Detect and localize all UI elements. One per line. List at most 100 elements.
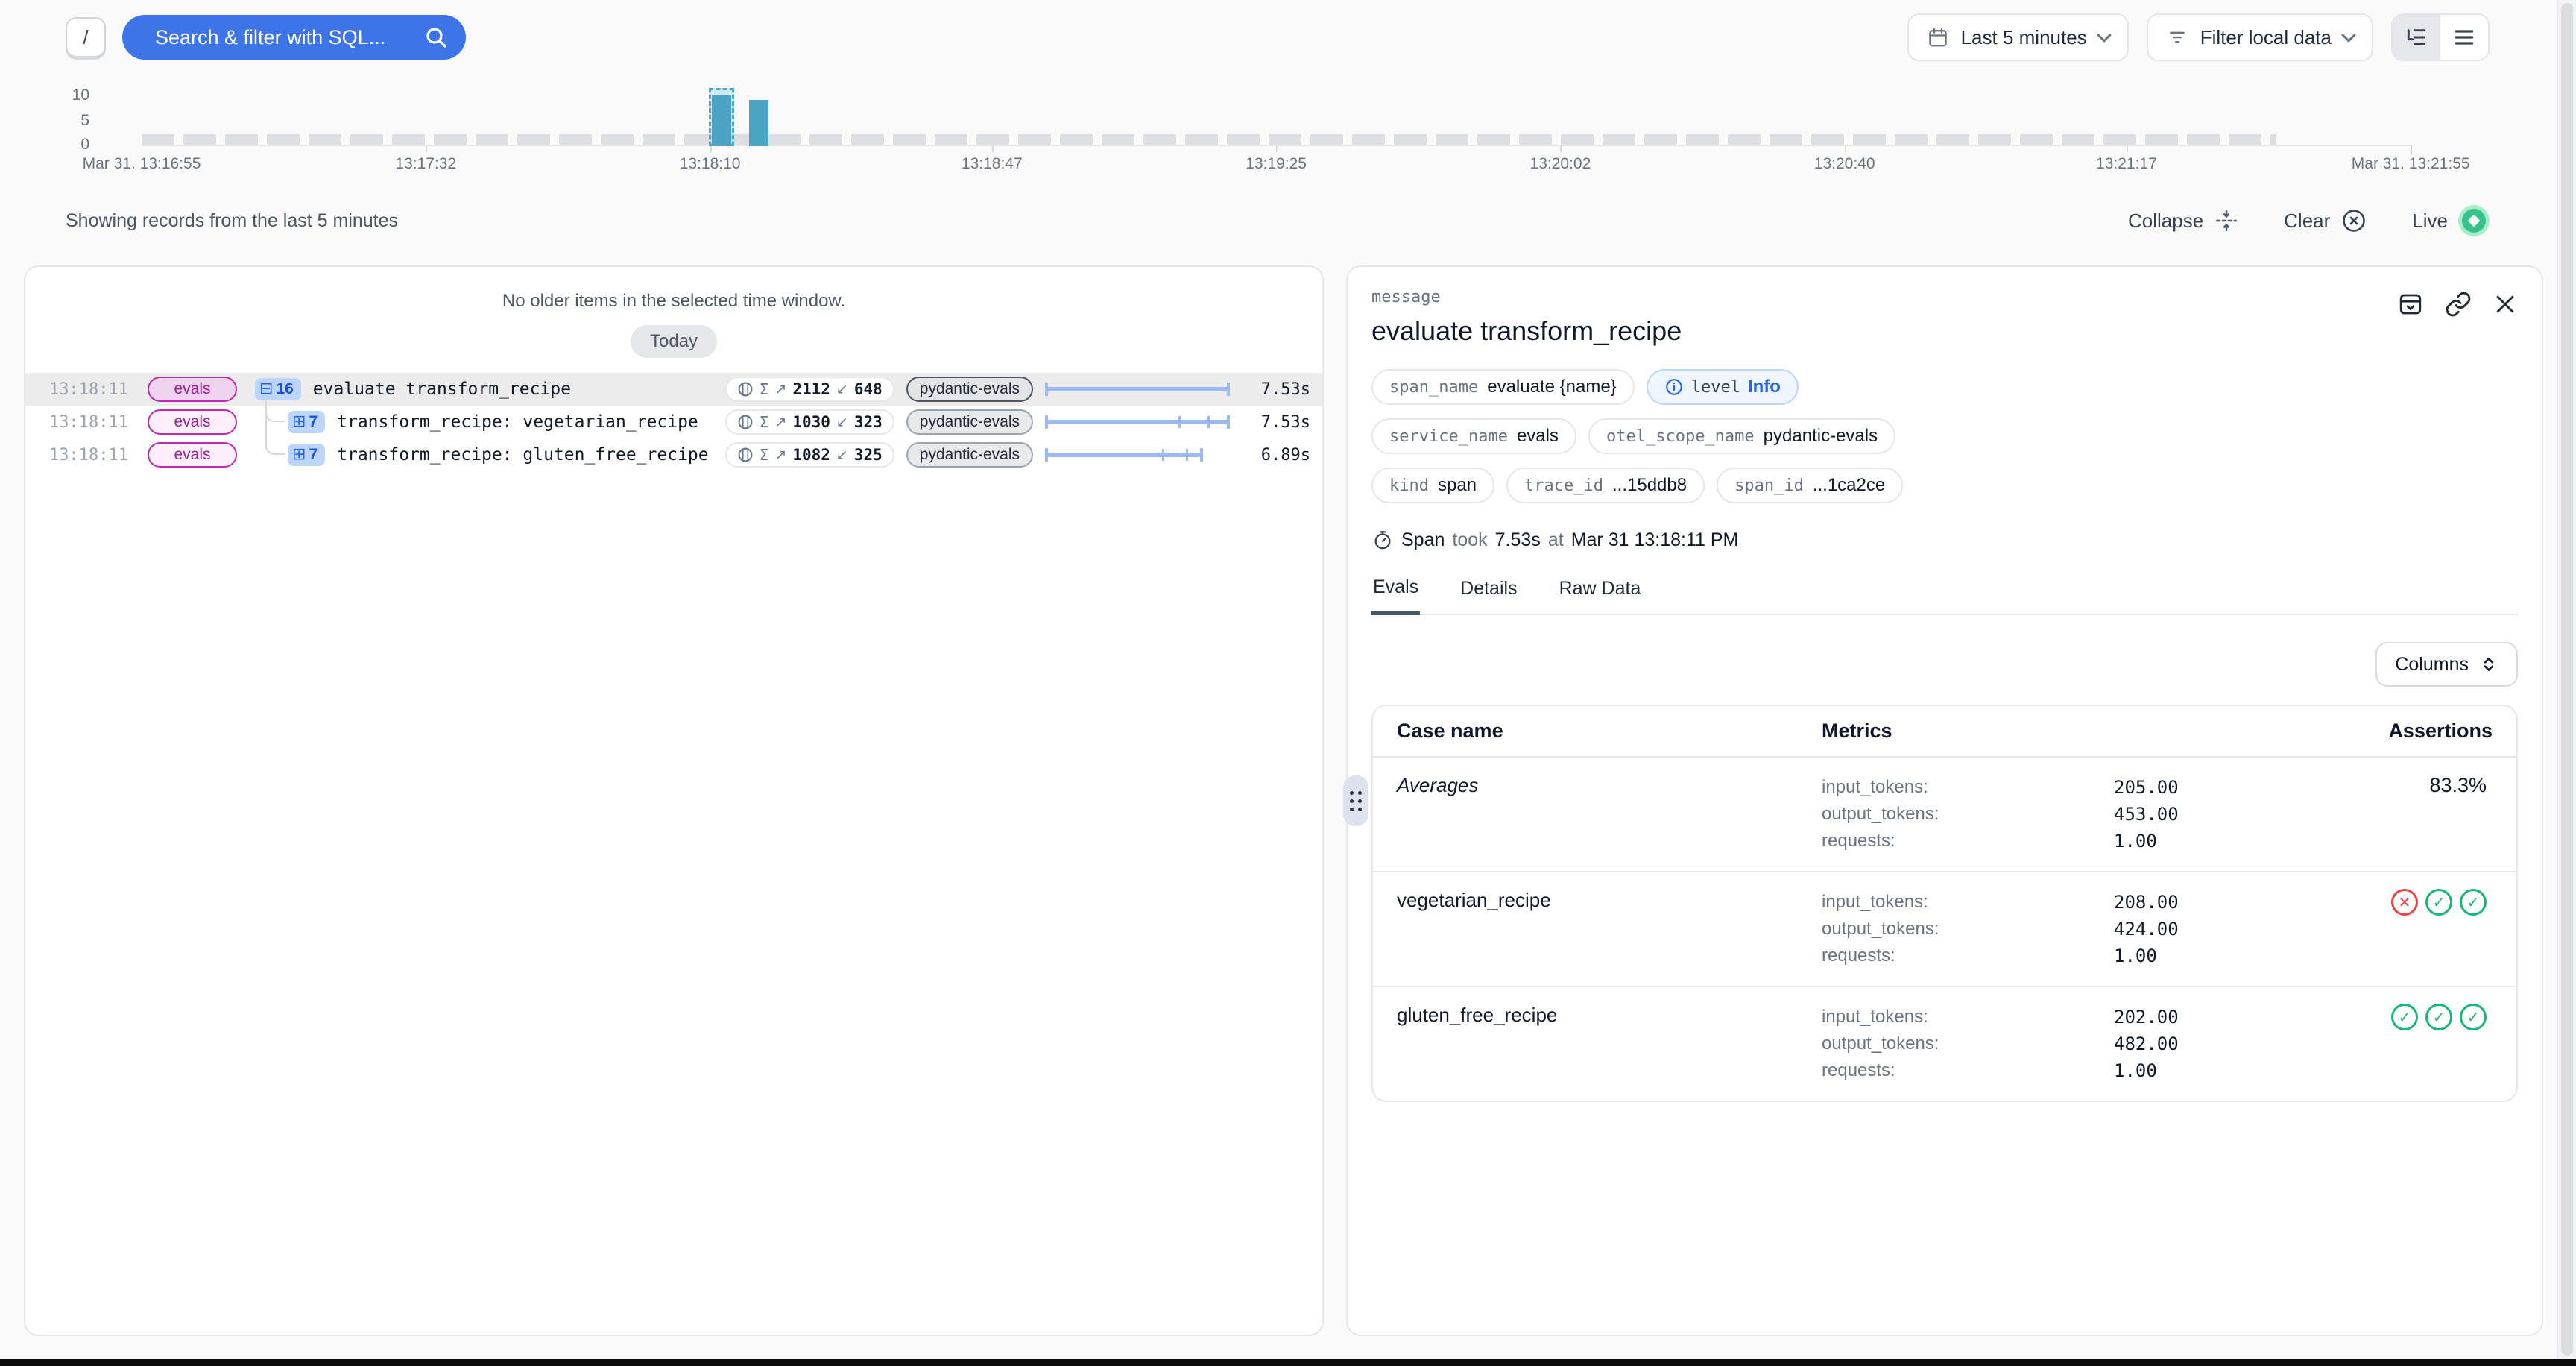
live-toggle-label: Live (2412, 210, 2448, 233)
child-count: 7 (309, 446, 318, 464)
axis-tick (992, 146, 994, 152)
metric-value: 205.00 (2114, 774, 2323, 801)
table-row[interactable]: gluten_free_recipe input_tokens:202.00 o… (1373, 986, 2516, 1101)
assertion-percentage: 83.3% (2429, 774, 2487, 797)
attr-value: pydantic-evals (1764, 426, 1878, 447)
dock-panel-button[interactable] (2397, 291, 2424, 318)
plus-square-icon: ⊞ (292, 447, 306, 463)
trace-row[interactable]: 13:18:11 evals ⊟ 16 evaluate transform_r… (25, 373, 1322, 406)
tree-view-toggle[interactable] (2393, 15, 2440, 60)
scope-tag[interactable]: pydantic-evals (906, 442, 1033, 468)
metric-key: input_tokens: (1822, 889, 2114, 916)
search-icon (424, 25, 448, 49)
list-view-toggle[interactable] (2440, 15, 2488, 60)
detail-title: evaluate transform_recipe (1371, 315, 2518, 347)
attr-key: span_id (1734, 476, 1804, 495)
duration-text: 6.89s (1242, 446, 1310, 465)
tab-evals[interactable]: Evals (1371, 576, 1420, 615)
token-stats-pill[interactable]: Σ ↗ 2112 ↙ 648 (725, 377, 894, 402)
arrow-down-left-icon: ↙ (836, 447, 848, 463)
time-range-dropdown[interactable]: Last 5 minutes (1907, 13, 2129, 61)
y-axis-tick: 10 (42, 86, 89, 104)
x-axis-label: 13:18:47 (962, 155, 1023, 173)
search-button-label: Search & filter with SQL... (155, 26, 385, 49)
arrow-up-right-icon: ↗ (774, 381, 786, 397)
evals-tag[interactable]: evals (148, 409, 237, 435)
level-chip[interactable]: level Info (1647, 369, 1799, 405)
table-row[interactable]: vegetarian_recipe input_tokens:208.00 ou… (1373, 871, 2516, 986)
kind-chip[interactable]: kind span (1371, 468, 1494, 503)
expand-node-chip[interactable]: ⊞ 7 (288, 411, 325, 433)
evals-tag[interactable]: evals (148, 377, 237, 402)
metric-key: requests: (1822, 942, 2114, 969)
row-timestamp: 13:18:11 (49, 413, 136, 432)
metrics-cell: input_tokens:205.00 output_tokens:453.00… (1822, 774, 2323, 854)
columns-button-label: Columns (2395, 654, 2469, 676)
attr-key: service_name (1389, 427, 1508, 446)
scope-tag[interactable]: pydantic-evals (906, 377, 1033, 402)
panel-resize-handle[interactable] (1343, 775, 1368, 826)
collapse-button-label: Collapse (2128, 210, 2203, 233)
trace-row[interactable]: 13:18:11 evals ⊞ 7 transform_recipe: veg… (25, 406, 1322, 438)
assertions-cell: ✓✓✓ (2323, 1004, 2493, 1084)
token-stats-pill[interactable]: Σ ↗ 1082 ↙ 325 (725, 442, 894, 468)
histogram-bar[interactable] (712, 95, 731, 146)
expand-node-chip[interactable]: ⊞ 7 (288, 444, 325, 466)
attribute-chips-row: span_name evaluate {name} level Info (1371, 369, 2518, 405)
tokens-icon (737, 381, 754, 397)
calendar-icon (1927, 26, 1949, 48)
trace-row[interactable]: 13:18:11 evals ⊞ 7 transform_recipe: glu… (25, 438, 1322, 471)
trace-id-chip[interactable]: trace_id ...15ddb8 (1506, 468, 1705, 503)
metric-value: 482.00 (2114, 1030, 2323, 1057)
y-axis-tick: 5 (42, 112, 89, 130)
sort-chevrons-icon (2479, 655, 2498, 674)
tab-raw-data[interactable]: Raw Data (1558, 576, 1643, 614)
live-toggle[interactable]: Live (2412, 205, 2490, 236)
metric-key: input_tokens: (1822, 1004, 2114, 1030)
metric-value: 1.00 (2114, 828, 2323, 854)
histogram-bar[interactable] (749, 100, 768, 146)
search-button[interactable]: Search & filter with SQL... (122, 15, 466, 60)
metric-key: output_tokens: (1822, 916, 2114, 942)
clear-button[interactable]: Clear (2284, 207, 2367, 234)
evals-tag[interactable]: evals (148, 442, 237, 468)
span-id-chip[interactable]: span_id ...1ca2ce (1717, 468, 1903, 503)
assertions-cell: ✕✓✓ (2323, 889, 2493, 969)
span-timestamp: Mar 31 13:18:11 PM (1571, 529, 1739, 551)
collapse-button[interactable]: Collapse (2128, 208, 2239, 233)
window-scrollbar[interactable] (2557, 0, 2576, 1359)
metric-value: 453.00 (2114, 801, 2323, 828)
close-panel-button[interactable] (2493, 292, 2518, 317)
status-bar: Showing records from the last 5 minutes … (66, 206, 2490, 236)
x-axis-end-tick (2411, 145, 2412, 155)
link-icon (2445, 291, 2472, 318)
col-header-case-name: Case name (1397, 720, 1822, 743)
tree-view-icon (2405, 25, 2428, 49)
x-axis-label: 13:18:10 (680, 155, 741, 173)
span-detail-panel: message evaluate transform_recipe span_n… (1346, 265, 2543, 1336)
service-name-chip[interactable]: service_name evals (1371, 418, 1576, 454)
topbar-right-controls: Last 5 minutes Filter local data (1907, 13, 2490, 61)
otel-scope-chip[interactable]: otel_scope_name pydantic-evals (1588, 418, 1895, 454)
axis-tick (1276, 146, 1278, 152)
columns-button[interactable]: Columns (2375, 642, 2518, 687)
scrollbar-thumb[interactable] (2561, 3, 2573, 1356)
axis-tick (426, 146, 427, 152)
records-timeline-chart[interactable]: 10 5 0 Mar 31. 13:16:55 13:17:32 13:18:1… (42, 81, 2475, 185)
attr-key: span_name (1389, 378, 1478, 397)
view-mode-toggle (2391, 13, 2490, 61)
scope-tag[interactable]: pydantic-evals (906, 409, 1033, 435)
tokens-icon (737, 414, 754, 430)
tab-details[interactable]: Details (1459, 576, 1518, 614)
token-stats-pill[interactable]: Σ ↗ 1030 ↙ 323 (725, 409, 894, 435)
x-axis-label: 13:21:17 (2096, 155, 2157, 173)
status-bar-controls: Collapse Clear Live (2128, 205, 2490, 236)
attr-value: evaluate {name} (1487, 377, 1616, 397)
filter-dropdown[interactable]: Filter local data (2147, 13, 2373, 61)
span-duration: 7.53s (1495, 529, 1541, 551)
chart-plot-area[interactable] (142, 81, 2452, 146)
table-row[interactable]: Averages input_tokens:205.00 output_toke… (1373, 756, 2516, 871)
copy-link-button[interactable] (2445, 291, 2472, 318)
assertion-pass-icon: ✓ (2391, 1004, 2418, 1030)
span-name-chip[interactable]: span_name evaluate {name} (1371, 369, 1635, 405)
